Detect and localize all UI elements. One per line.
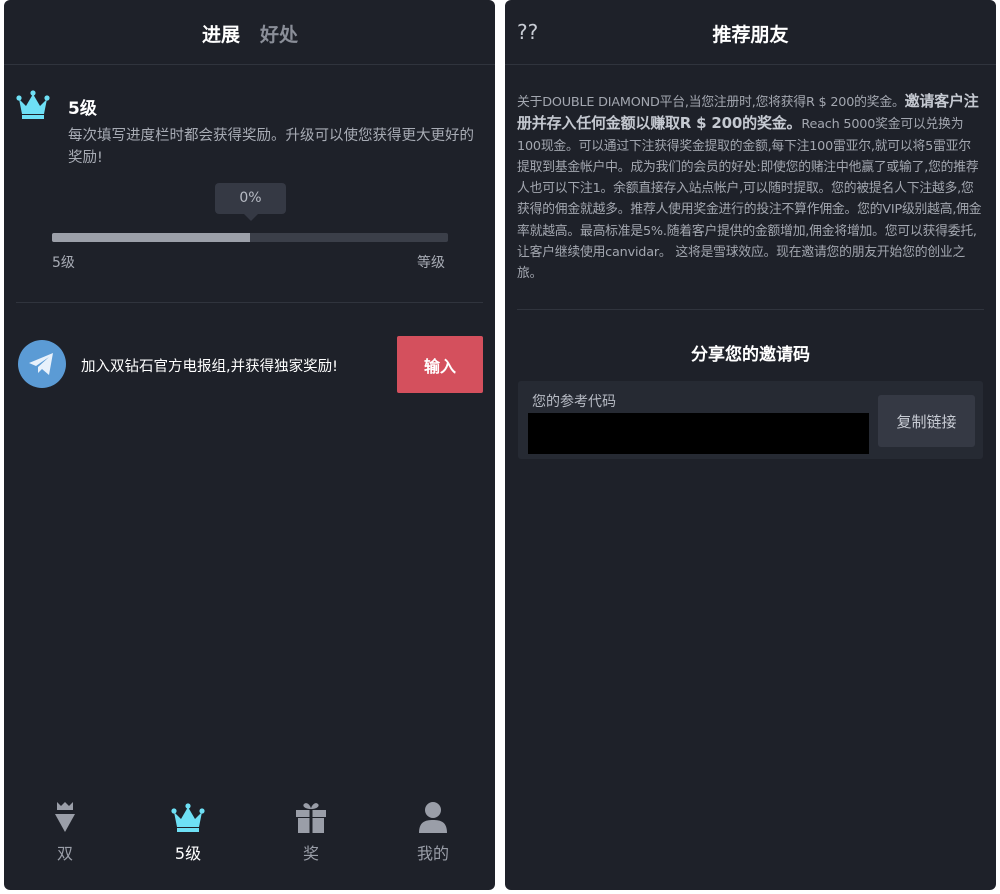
nav-item-level[interactable]: 5级 bbox=[148, 800, 228, 864]
progress-bar bbox=[52, 233, 448, 242]
level-title: 5级 bbox=[68, 99, 97, 119]
intro-text-2: Reach 5000奖金可以兑换为100现金。可以通过下注获得奖金提取的金额,每… bbox=[517, 117, 982, 282]
nav-item-reward[interactable]: 奖 bbox=[271, 800, 351, 864]
header: ?? 推荐朋友 bbox=[505, 0, 996, 65]
nav-label-level: 5级 bbox=[174, 844, 202, 863]
progress-start-label: 5级 bbox=[52, 255, 75, 271]
nav-item-double[interactable]: 双 bbox=[25, 800, 105, 864]
progress-panel: 进展 好处 5级 每次填写进度栏时都会获得奖励。升级可以使您获得更大更好的奖励!… bbox=[4, 0, 495, 890]
gift-icon bbox=[296, 803, 326, 833]
referral-panel: ?? 推荐朋友 关于DOUBLE DIAMOND平台,当您注册时,您将获得R $… bbox=[505, 0, 996, 890]
page-title: 推荐朋友 bbox=[712, 24, 789, 46]
referral-description: 关于DOUBLE DIAMOND平台,当您注册时,您将获得R $ 200的奖金。… bbox=[517, 91, 983, 285]
diamond-icon bbox=[55, 802, 75, 832]
share-title: 分享您的邀请码 bbox=[691, 345, 810, 365]
copy-link-button[interactable]: 复制链接 bbox=[878, 395, 975, 447]
telegram-promo-text: 加入双钻石官方电报组,并获得独家奖励! bbox=[81, 359, 338, 375]
crown-icon bbox=[16, 90, 50, 120]
nav-item-mine[interactable]: 我的 bbox=[393, 800, 473, 864]
enter-button[interactable]: 输入 bbox=[397, 336, 483, 393]
progress-end-label: 等级 bbox=[417, 255, 445, 271]
divider bbox=[517, 309, 984, 310]
nav-label-mine: 我的 bbox=[416, 844, 449, 863]
referral-code-label: 您的参考代码 bbox=[532, 394, 616, 410]
nav-label-double: 双 bbox=[56, 844, 73, 863]
intro-text-1: 关于DOUBLE DIAMOND平台,当您注册时,您将获得R $ 200的奖金。 bbox=[517, 95, 905, 110]
divider bbox=[16, 302, 483, 303]
tab-bar: 进展 好处 bbox=[4, 0, 495, 65]
referral-code-field[interactable] bbox=[528, 413, 869, 454]
progress-tooltip: 0% bbox=[215, 183, 286, 214]
tab-progress[interactable]: 进展 bbox=[202, 20, 240, 47]
bottom-nav: 双 5级 奖 我的 bbox=[4, 790, 495, 890]
tooltip-arrow bbox=[244, 214, 258, 221]
level-description: 每次填写进度栏时都会获得奖励。升级可以使您获得更大更好的奖励! bbox=[68, 128, 474, 166]
progress-fill bbox=[52, 233, 250, 242]
user-icon bbox=[419, 802, 447, 833]
referral-code-box: 您的参考代码 复制链接 bbox=[518, 381, 983, 459]
nav-label-reward: 奖 bbox=[302, 844, 319, 863]
telegram-icon bbox=[17, 339, 67, 389]
tab-benefits[interactable]: 好处 bbox=[260, 20, 298, 47]
crown-icon bbox=[171, 803, 205, 832]
